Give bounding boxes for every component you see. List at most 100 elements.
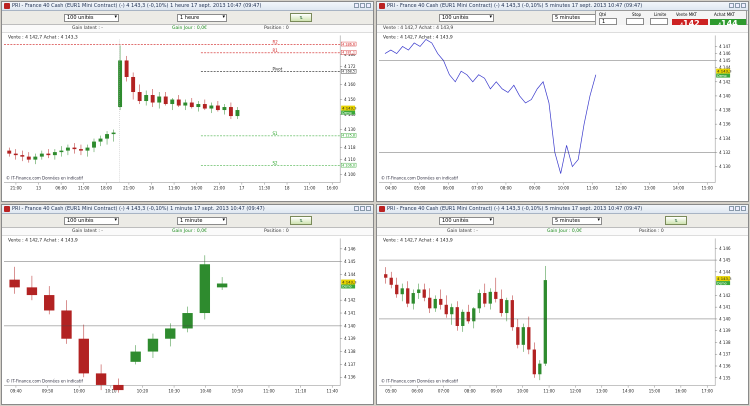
candle-down xyxy=(428,297,432,309)
candle-up xyxy=(433,298,437,309)
y-tick-label: 4 145 xyxy=(344,259,356,264)
chart-window-1m[interactable]: PRI - France 40 Cash (EUR1 Mini Contract… xyxy=(1,204,374,405)
candle-down xyxy=(494,291,498,299)
candle-up xyxy=(65,147,70,151)
candle-down xyxy=(176,99,181,106)
app-icon xyxy=(4,206,10,212)
trade-ticket-icon[interactable]: ⇅ xyxy=(290,13,312,22)
close-icon[interactable] xyxy=(366,3,371,8)
quantity-value: 100 unités xyxy=(442,15,469,21)
stop-input[interactable] xyxy=(626,18,644,25)
close-icon[interactable] xyxy=(366,206,371,211)
interval-select[interactable]: 5 minutes ▾ xyxy=(552,217,602,225)
minimize-icon[interactable] xyxy=(729,206,734,211)
candle-up xyxy=(488,291,492,304)
bid-ask-info: Vente : 4 142,7 Achat : 4 143,9 xyxy=(383,237,453,243)
maximize-icon[interactable] xyxy=(360,3,365,8)
chart-window-1h[interactable]: PRI - France 40 Cash (EUR1 Mini Contract… xyxy=(1,1,374,202)
window-controls[interactable] xyxy=(353,206,371,212)
candle-down xyxy=(150,95,155,103)
quantity-select[interactable]: 100 unités ▾ xyxy=(439,217,494,225)
minimize-icon[interactable] xyxy=(354,3,359,8)
x-tick-label: 21:00 xyxy=(10,186,22,191)
candle-down xyxy=(228,107,233,117)
candle-down xyxy=(26,287,38,296)
candle-down xyxy=(516,327,520,345)
y-tick-label: 4 150 xyxy=(344,97,356,102)
candle-down xyxy=(46,153,51,156)
x-tick-label: 16:00 xyxy=(327,186,339,191)
maximize-icon[interactable] xyxy=(360,206,365,211)
candle-up xyxy=(85,147,90,151)
y-tick-label: 4 140 xyxy=(344,323,356,328)
candle-up xyxy=(209,105,214,109)
maximize-icon[interactable] xyxy=(735,206,740,211)
x-tick-label: 10:00 xyxy=(73,389,85,394)
gain-jour: Gain Jour : 0,0€ xyxy=(547,229,582,234)
y-tick-label: 4 137 xyxy=(344,362,356,367)
trade-ticket-icon[interactable]: ⇅ xyxy=(290,216,312,225)
window-titlebar[interactable]: PRI - France 40 Cash (EUR1 Mini Contract… xyxy=(2,2,373,11)
price-chart[interactable]: 4 146 4 145 4 144 4 142 4 141 4 140 4 139 4 138… xyxy=(377,236,748,405)
x-tick-label: 05:00 xyxy=(385,389,397,394)
window-controls[interactable] xyxy=(728,3,746,9)
candle-down xyxy=(395,284,399,295)
position-value: Position : 0 xyxy=(264,26,289,31)
x-tick-label: 04:00 xyxy=(385,186,397,191)
current-price-sub-label: Demo xyxy=(717,74,726,78)
y-tick-label: 4 140 xyxy=(719,316,731,321)
candle-up xyxy=(52,152,57,156)
pivot-value-label: 4 125,8 xyxy=(342,134,355,138)
maximize-icon[interactable] xyxy=(735,3,740,8)
x-tick-label: 10:00 xyxy=(517,389,529,394)
quantity-select[interactable]: 100 unités ▾ xyxy=(64,217,119,225)
app-icon xyxy=(4,3,10,9)
window-controls[interactable] xyxy=(353,3,371,9)
interval-value: 5 minutes xyxy=(555,218,581,224)
price-chart[interactable]: 4 146 4 145 4 144 4 142 4 141 4 140 4 139 4 138… xyxy=(2,236,373,405)
trade-ticket-icon[interactable]: ⇅ xyxy=(665,216,687,225)
candle-up xyxy=(196,104,201,108)
interval-select[interactable]: 1 minute ▾ xyxy=(177,217,227,225)
y-tick-label: 4 160 xyxy=(344,82,356,87)
x-tick-label: 18 xyxy=(285,186,291,191)
window-titlebar[interactable]: PRI - France 40 Cash (EUR1 Mini Contract… xyxy=(2,205,373,214)
chart-window-5m[interactable]: PRI - France 40 Cash (EUR1 Mini Contract… xyxy=(376,204,749,405)
y-tick-label: 4 142 xyxy=(719,293,731,298)
candle-down xyxy=(7,150,12,154)
interval-value: 1 minute xyxy=(180,218,203,224)
current-price-sub-label: Demo xyxy=(717,281,726,285)
window-controls[interactable] xyxy=(728,206,746,212)
candle-down xyxy=(137,92,142,102)
minimize-icon[interactable] xyxy=(354,206,359,211)
pivot-value-label: 4 106,0 xyxy=(342,163,355,167)
candle-up xyxy=(165,328,176,339)
window-titlebar[interactable]: PRI - France 40 Cash (EUR1 Mini Contract… xyxy=(377,205,748,214)
minimize-icon[interactable] xyxy=(729,3,734,8)
close-icon[interactable] xyxy=(741,206,746,211)
quantity-select[interactable]: 100 unités ▾ xyxy=(64,14,119,22)
chart-window-5m-line[interactable]: PRI - France 40 Cash (EUR1 Mini Contract… xyxy=(376,1,749,202)
y-tick-label: 4 141 xyxy=(719,305,731,310)
candle-up xyxy=(39,153,44,157)
x-tick-label: 11:00 xyxy=(304,186,316,191)
qty-input[interactable]: 1 xyxy=(599,18,617,25)
quantity-select[interactable]: 100 unités ▾ xyxy=(439,14,494,22)
y-tick-label: 4 146 xyxy=(344,246,356,251)
close-icon[interactable] xyxy=(741,3,746,8)
x-tick-label: 12:00 xyxy=(615,186,627,191)
y-tick-label: 4 144 xyxy=(344,272,356,277)
x-tick-label: 14:00 xyxy=(622,389,634,394)
price-chart[interactable]: 4 1804 1724 1604 1504 1404 1304 1184 110… xyxy=(2,33,373,202)
candle-up xyxy=(98,138,103,142)
limit-input[interactable] xyxy=(650,18,668,25)
candle-down xyxy=(113,384,124,391)
price-chart[interactable]: 4 1474 1464 1454 1444 1424 1404 1384 136… xyxy=(377,33,748,202)
candle-up xyxy=(199,264,211,314)
interval-select[interactable]: 1 heure ▾ xyxy=(177,14,227,22)
y-tick-label: 4 118 xyxy=(344,145,356,150)
x-tick-label: 16 xyxy=(149,186,155,191)
y-tick-label: 4 137 xyxy=(719,352,731,357)
window-title: PRI - France 40 Cash (EUR1 Mini Contract… xyxy=(12,206,265,212)
limit-label: Limite xyxy=(654,12,667,17)
